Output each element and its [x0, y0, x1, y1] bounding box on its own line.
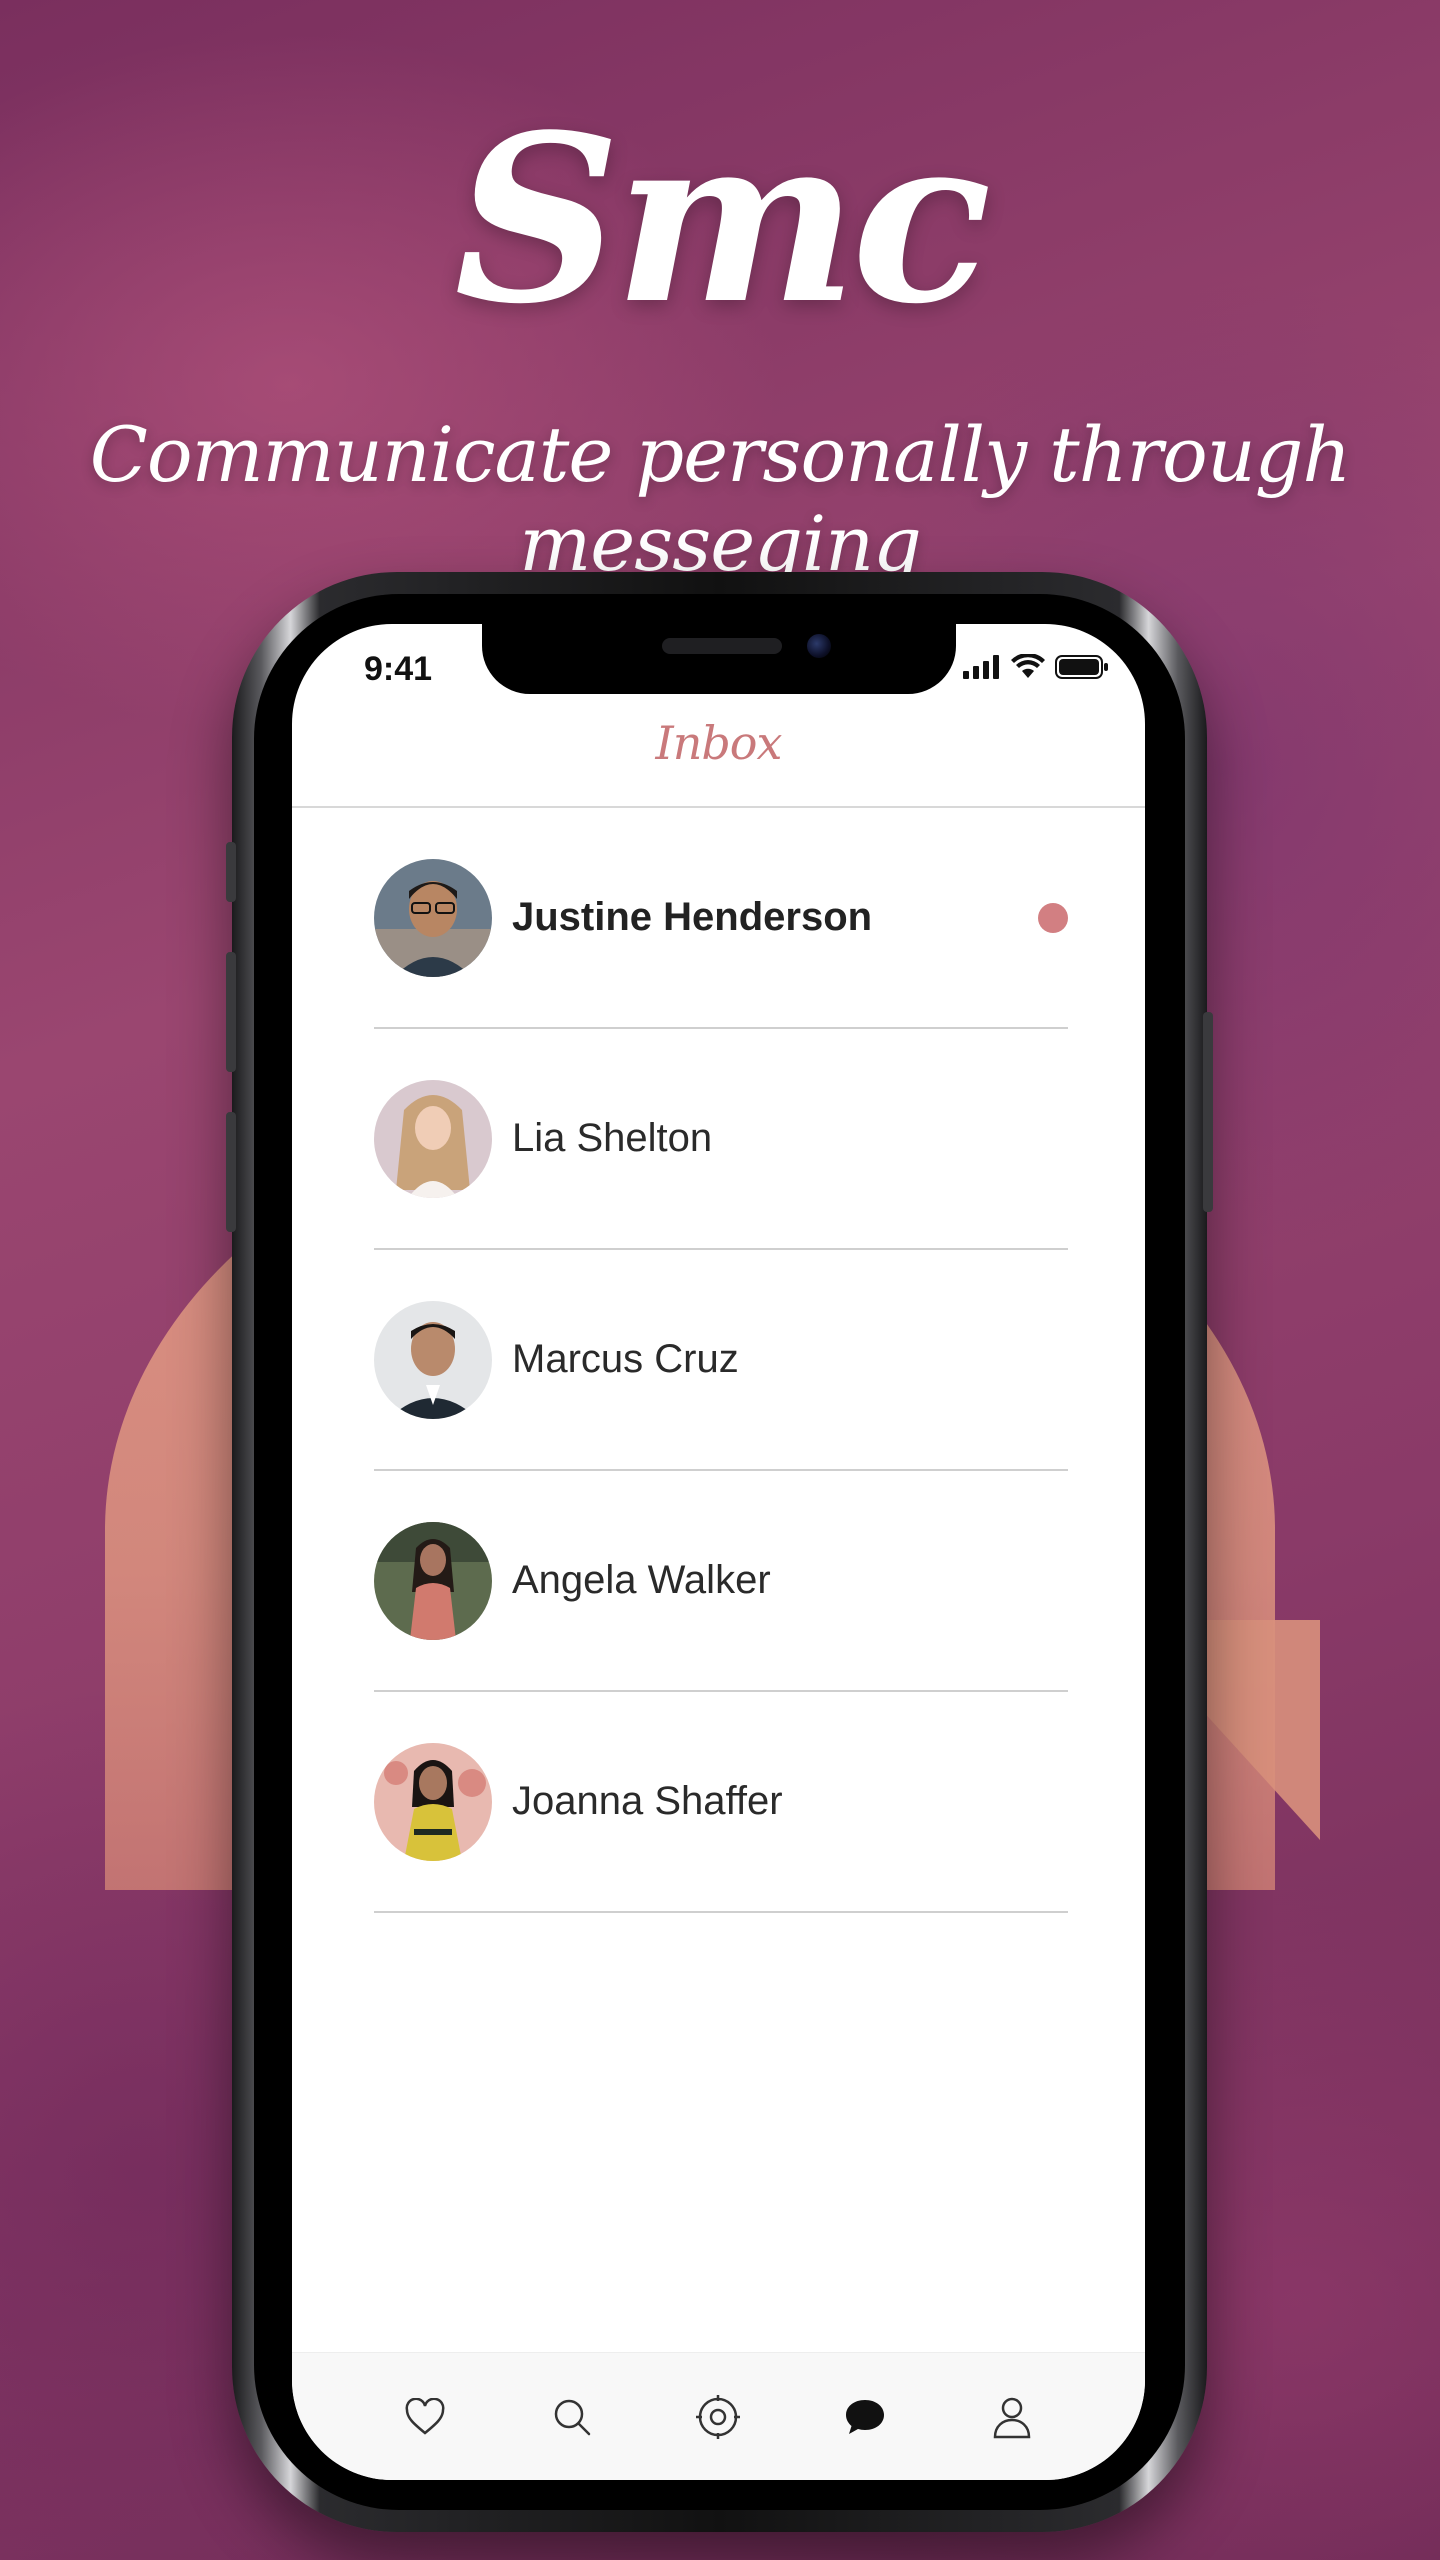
conversation-item[interactable]: Angela Walker: [374, 1471, 1068, 1692]
battery-icon: [1055, 655, 1108, 679]
conversation-item[interactable]: Joanna Shaffer: [374, 1692, 1068, 1913]
speaker-grille: [662, 638, 782, 654]
volume-down-button: [226, 1112, 236, 1232]
app-logo: Smc: [454, 85, 992, 355]
avatar: [374, 1742, 492, 1861]
conversation-item[interactable]: Marcus Cruz: [374, 1250, 1068, 1471]
contact-name: Lia Shelton: [512, 1116, 713, 1160]
mute-switch: [226, 842, 236, 902]
search-icon: [554, 2399, 591, 2435]
wifi-icon: [1011, 654, 1045, 678]
conversation-item[interactable]: Lia Shelton: [374, 1029, 1068, 1250]
avatar: [374, 858, 492, 977]
signal-icon: [963, 655, 999, 679]
status-time: 9:41: [364, 650, 433, 688]
unread-indicator: [1038, 903, 1068, 933]
tab-favorites[interactable]: [395, 2387, 455, 2447]
user-icon: [993, 2397, 1030, 2438]
phone-frame: 9:41 Inbox Justine Henderson Lia Shelton…: [226, 572, 1213, 2532]
conversation-list: Justine Henderson Lia Shelton Marcus Cru…: [374, 808, 1068, 1913]
heart-icon: [405, 2397, 445, 2435]
avatar: [374, 1300, 492, 1419]
volume-up-button: [226, 952, 236, 1072]
tab-profile[interactable]: [982, 2387, 1042, 2447]
app-tagline: Communicate personally through messeging: [89, 410, 1352, 588]
front-camera: [807, 634, 831, 658]
tab-search[interactable]: [542, 2387, 602, 2447]
phone-screen: 9:41 Inbox Justine Henderson Lia Shelton…: [292, 624, 1145, 2480]
chat-bubble-icon: [846, 2399, 885, 2434]
contact-name: Joanna Shaffer: [512, 1779, 783, 1823]
tab-discover[interactable]: [688, 2387, 748, 2447]
power-button: [1203, 1012, 1213, 1212]
contact-name: Justine Henderson: [512, 895, 873, 939]
tab-messages[interactable]: [835, 2387, 895, 2447]
avatar: [374, 1521, 492, 1640]
tab-bar: [292, 2352, 1145, 2480]
notch: [482, 624, 956, 694]
conversation-item[interactable]: Justine Henderson: [374, 808, 1068, 1029]
status-icons: [963, 654, 1109, 680]
target-icon: [696, 2394, 741, 2439]
avatar: [374, 1079, 492, 1198]
contact-name: Marcus Cruz: [512, 1337, 739, 1381]
inbox-title: Inbox: [655, 716, 783, 770]
contact-name: Angela Walker: [512, 1558, 771, 1602]
